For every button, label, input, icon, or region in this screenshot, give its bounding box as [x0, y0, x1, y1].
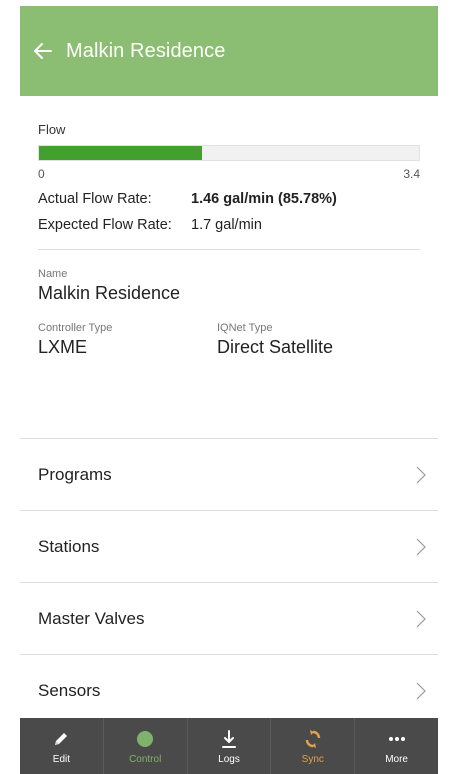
divider: [38, 249, 420, 250]
flow-scale-max: 3.4: [403, 167, 420, 181]
green-dot-icon: [136, 727, 154, 751]
detail-content: Flow 0 3.4 Actual Flow Rate: 1.46 gal/mi…: [20, 122, 438, 358]
tab-label: Logs: [218, 754, 240, 765]
actual-flow-row: Actual Flow Rate: 1.46 gal/min (85.78%): [38, 191, 420, 207]
tab-edit[interactable]: Edit: [20, 718, 103, 774]
flow-progress-fill: [39, 146, 203, 160]
pencil-icon: [52, 727, 70, 751]
tab-control[interactable]: Control: [102, 718, 187, 774]
back-arrow-icon[interactable]: [34, 41, 54, 61]
tab-sync[interactable]: Sync: [270, 718, 354, 774]
expected-flow-row: Expected Flow Rate: 1.7 gal/min: [38, 217, 420, 233]
chevron-right-icon: [416, 682, 426, 699]
chevron-right-icon: [416, 538, 426, 555]
expected-flow-value: 1.7 gal/min: [191, 217, 262, 233]
page-title: Malkin Residence: [66, 39, 226, 62]
navigation-menu: Programs Stations Master Valves Sensors: [20, 438, 438, 726]
menu-item-master-valves[interactable]: Master Valves: [20, 582, 438, 654]
tab-label: Control: [129, 754, 162, 765]
iqnet-type-value: Direct Satellite: [217, 337, 334, 357]
actual-flow-value: 1.46 gal/min (85.78%): [191, 191, 337, 207]
flow-scale-min: 0: [38, 167, 45, 181]
menu-item-sensors[interactable]: Sensors: [20, 654, 438, 726]
name-label: Name: [38, 268, 68, 280]
menu-item-label: Sensors: [38, 680, 101, 700]
flow-label: Flow: [38, 122, 66, 137]
menu-item-stations[interactable]: Stations: [20, 510, 438, 582]
menu-item-label: Programs: [38, 464, 112, 484]
controller-type-value: LXME: [38, 337, 88, 357]
name-value: Malkin Residence: [38, 283, 181, 303]
controller-type-label: Controller Type: [38, 322, 113, 334]
bottom-tab-bar: Edit Control Logs Sync More: [20, 718, 438, 774]
tab-label: Sync: [301, 754, 324, 765]
tab-logs[interactable]: Logs: [186, 718, 271, 774]
sync-icon: [304, 727, 322, 751]
app-screen: Malkin Residence Flow 0 3.4 Actual Flow …: [20, 6, 438, 774]
flow-scale: 0 3.4: [38, 167, 420, 181]
chevron-right-icon: [416, 610, 426, 627]
tab-label: Edit: [52, 754, 71, 765]
type-pair: Controller Type LXME IQNet Type Direct S…: [38, 304, 420, 358]
expected-flow-label: Expected Flow Rate:: [38, 217, 172, 233]
flow-progress-bar: [38, 145, 420, 161]
menu-item-programs[interactable]: Programs: [20, 438, 438, 510]
ellipsis-icon: [388, 727, 406, 751]
download-icon: [221, 727, 237, 751]
chevron-right-icon: [416, 466, 426, 483]
menu-item-label: Stations: [38, 536, 100, 556]
tab-label: More: [385, 754, 408, 765]
app-header: Malkin Residence: [20, 6, 438, 96]
menu-item-label: Master Valves: [38, 608, 145, 628]
tab-more[interactable]: More: [354, 718, 438, 774]
iqnet-type-label: IQNet Type: [217, 322, 273, 334]
actual-flow-label: Actual Flow Rate:: [38, 191, 152, 207]
